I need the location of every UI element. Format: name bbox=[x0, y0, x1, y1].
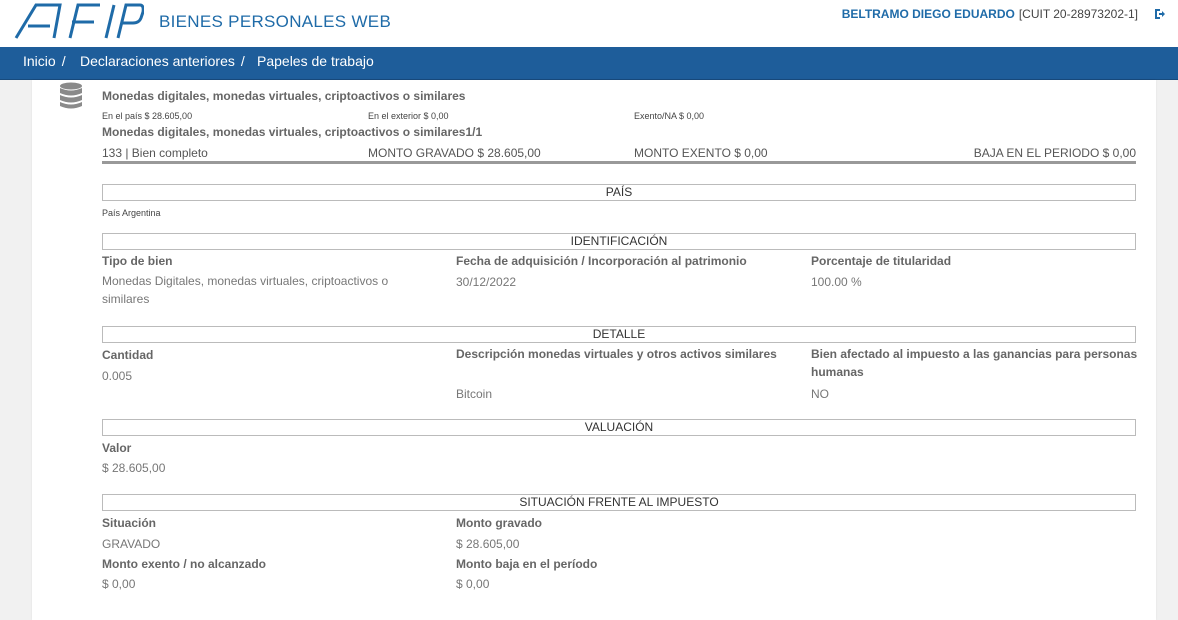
porcentaje-titularidad-label: Porcentaje de titularidad bbox=[811, 254, 952, 268]
summary-divider bbox=[102, 161, 1136, 164]
section-header-situacion: SITUACIÓN FRENTE AL IMPUESTO bbox=[102, 494, 1136, 511]
tipo-de-bien-value: Monedas Digitales, monedas virtuales, cr… bbox=[102, 274, 389, 306]
amount-en-pais: En el país $ 28.605,00 bbox=[102, 111, 193, 121]
bien-afectado-value: NO bbox=[811, 387, 829, 401]
section-header-pais: PAÍS bbox=[102, 184, 1136, 201]
app-title: BIENES PERSONALES WEB bbox=[159, 12, 392, 31]
descripcion-label: Descripción monedas virtuales y otros ac… bbox=[456, 347, 777, 361]
monto-baja-value: $ 0,00 bbox=[456, 577, 490, 591]
pais-value: País Argentina bbox=[102, 208, 161, 218]
asset-title: Monedas digitales, monedas virtuales, cr… bbox=[102, 89, 466, 103]
situacion-value: GRAVADO bbox=[102, 537, 161, 551]
cantidad-label: Cantidad bbox=[102, 348, 154, 362]
summary-monto-exento: MONTO EXENTO $ 0,00 bbox=[634, 146, 768, 160]
amount-exento: Exento/NA $ 0,00 bbox=[634, 111, 705, 121]
cantidad-value: 0.005 bbox=[102, 369, 133, 383]
breadcrumb-item-papeles-de-trabajo[interactable]: Papeles de trabajo bbox=[257, 53, 374, 69]
user-cuit: [CUIT 20-28973202-1] bbox=[1018, 7, 1138, 21]
database-icon bbox=[60, 82, 82, 109]
summary-monto-gravado: MONTO GRAVADO $ 28.605,00 bbox=[368, 146, 541, 160]
monto-gravado-value: $ 28.605,00 bbox=[456, 537, 520, 551]
monto-exento-value: $ 0,00 bbox=[102, 577, 136, 591]
breadcrumb-item-declaraciones-anteriores[interactable]: Declaraciones anteriores / bbox=[80, 53, 245, 69]
logout-icon[interactable] bbox=[1154, 8, 1166, 20]
monto-gravado-label: Monto gravado bbox=[456, 516, 542, 530]
asset-code: 133 | Bien completo bbox=[102, 146, 208, 160]
breadcrumb-item-inicio[interactable]: Inicio / bbox=[23, 53, 66, 69]
amount-en-exterior: En el exterior $ 0,00 bbox=[368, 111, 449, 121]
section-header-valuacion: VALUACIÓN bbox=[102, 419, 1136, 436]
fecha-adquisicion-label: Fecha de adquisición / Incorporación al … bbox=[456, 254, 747, 268]
breadcrumb: Inicio / Declaraciones anteriores / Papele… bbox=[0, 47, 1178, 80]
section-header-detalle: DETALLE bbox=[102, 326, 1136, 343]
user-info: BELTRAMO DIEGO EDUARDO [CUIT 20-28973202-… bbox=[842, 7, 1138, 21]
monto-baja-label: Monto baja en el período bbox=[456, 557, 598, 571]
valor-label: Valor bbox=[102, 441, 132, 455]
valor-value: $ 28.605,00 bbox=[102, 461, 166, 475]
tipo-de-bien-label: Tipo de bien bbox=[102, 254, 173, 268]
monto-exento-label: Monto exento / no alcanzado bbox=[102, 557, 267, 571]
fecha-adquisicion-value: 30/12/2022 bbox=[456, 275, 517, 289]
asset-subtitle: Monedas digitales, monedas virtuales, cr… bbox=[102, 125, 483, 139]
bien-afectado-label: Bien afectado al impuesto a las ganancia… bbox=[811, 347, 1138, 379]
descripcion-value: Bitcoin bbox=[456, 387, 493, 401]
situacion-label: Situación bbox=[102, 516, 157, 530]
section-header-identificacion: IDENTIFICACIÓN bbox=[102, 233, 1136, 250]
top-header: BIENES PERSONALES WEB BELTRAMO DIEGO EDU… bbox=[0, 0, 1178, 47]
afip-logo[interactable] bbox=[14, 2, 144, 40]
user-name: BELTRAMO DIEGO EDUARDO bbox=[841, 7, 1015, 21]
summary-baja-periodo: BAJA EN EL PERIODO $ 0,00 bbox=[973, 146, 1136, 160]
porcentaje-titularidad-value: 100.00 % bbox=[811, 275, 862, 289]
